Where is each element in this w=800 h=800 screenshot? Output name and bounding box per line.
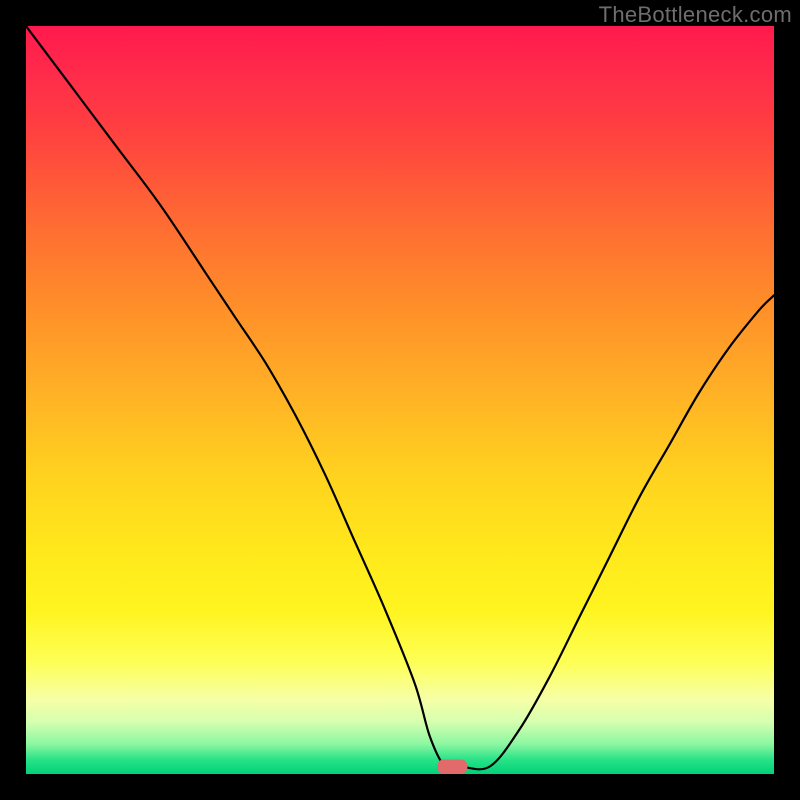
plot-area (26, 26, 774, 774)
watermark-text: TheBottleneck.com (599, 2, 792, 28)
curve-svg (26, 26, 774, 774)
minimum-marker (437, 760, 467, 774)
bottleneck-curve (26, 26, 774, 769)
chart-frame: TheBottleneck.com (0, 0, 800, 800)
